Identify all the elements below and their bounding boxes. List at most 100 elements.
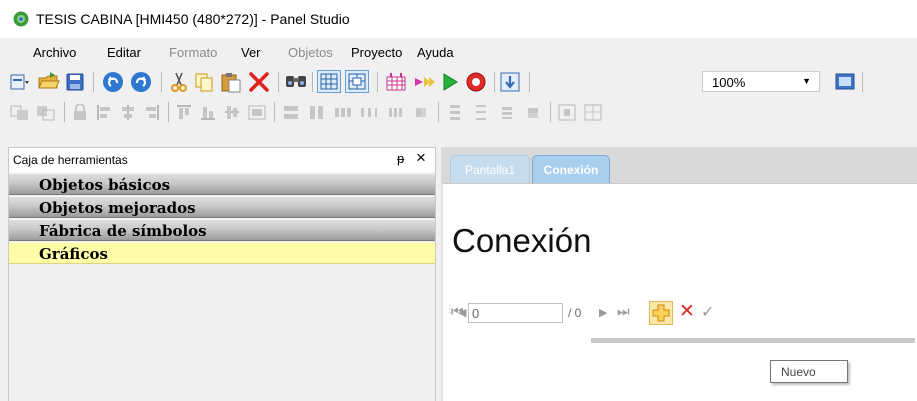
menu-archivo[interactable]: Archivo xyxy=(33,45,76,60)
title-bar: TESIS CABINA [HMI450 (480*272)] - Panel … xyxy=(0,0,917,38)
category-label: Fábrica de símbolos xyxy=(39,222,207,240)
toolbox-panel: Caja de herramientas ᵽ × Objetos básicos… xyxy=(8,147,436,401)
tooltip-text: Nuevo xyxy=(781,365,816,379)
fullscreen-icon[interactable] xyxy=(835,73,855,90)
editor-tab-strip: Pantalla1 Conexión xyxy=(441,147,917,183)
h-spacing-icon[interactable] xyxy=(334,104,352,121)
h-spacing-dec-icon[interactable] xyxy=(386,104,404,121)
accept-icon[interactable]: ✓ xyxy=(701,302,714,322)
last-record-icon[interactable]: ⏭ xyxy=(617,303,630,320)
align-bottom-icon[interactable] xyxy=(200,104,216,121)
toolbar-separator xyxy=(161,72,162,92)
toolbox-header: Caja de herramientas ᵽ × xyxy=(9,148,435,172)
horizontal-scrollbar[interactable] xyxy=(591,338,915,343)
add-icon xyxy=(652,304,670,322)
screen-title-text[interactable]: Conexión xyxy=(452,222,591,260)
pin-icon[interactable]: ᵽ xyxy=(397,151,404,166)
send-back-icon[interactable] xyxy=(36,104,56,121)
toolbar-separator xyxy=(550,102,551,122)
toolbar-separator xyxy=(64,102,65,122)
zoom-select[interactable]: 100% ▼ xyxy=(702,71,820,92)
v-spacing-inc-icon[interactable] xyxy=(472,104,490,121)
tooltip: Nuevo xyxy=(770,360,848,383)
next-record-icon[interactable]: ▶ xyxy=(599,306,607,319)
menu-ayuda[interactable]: Ayuda xyxy=(417,45,454,60)
v-spacing-icon[interactable] xyxy=(446,104,464,121)
menu-objetos[interactable]: Objetos xyxy=(288,45,333,60)
h-spacing-inc-icon[interactable] xyxy=(360,104,378,121)
toolbar-separator xyxy=(862,72,863,92)
same-size-icon[interactable] xyxy=(248,104,266,121)
align-right-icon[interactable] xyxy=(144,104,160,121)
copy-icon[interactable] xyxy=(194,72,214,92)
toolbox-category-graficos[interactable]: Gráficos xyxy=(9,242,435,264)
toolbar-separator xyxy=(168,102,169,122)
toolbar-separator xyxy=(494,72,495,92)
zoom-value: 100% xyxy=(712,75,746,90)
menu-proyecto[interactable]: Proyecto xyxy=(351,45,402,60)
record-total: / 0 xyxy=(568,306,582,320)
center-vertical-icon[interactable] xyxy=(584,104,602,121)
toolbox-category-objetos-mejorados[interactable]: Objetos mejorados xyxy=(9,196,435,218)
toolbox-category-fabrica-de-simbolos[interactable]: Fábrica de símbolos xyxy=(9,219,435,241)
category-label: Objetos mejorados xyxy=(39,199,196,217)
menu-bar: Archivo Editar Formato Ver Objetos Proye… xyxy=(0,38,917,66)
grid-icon[interactable] xyxy=(317,70,341,93)
find-icon[interactable] xyxy=(285,72,307,90)
toolbar-separator xyxy=(377,72,378,92)
cancel-icon[interactable]: ✕ xyxy=(679,300,695,323)
panel-studio-app-icon xyxy=(13,11,29,27)
toolbar-separator xyxy=(93,72,94,92)
align-top-icon[interactable] xyxy=(176,104,192,121)
runtime-layout-icon[interactable] xyxy=(386,72,406,92)
close-icon[interactable]: × xyxy=(416,148,426,168)
category-label: Gráficos xyxy=(39,245,108,263)
center-horizontal-icon[interactable] xyxy=(558,104,576,121)
toolbar-separator xyxy=(274,102,275,122)
align-middle-icon[interactable] xyxy=(224,104,240,121)
h-spacing-remove-icon[interactable] xyxy=(412,104,430,121)
chevron-down-icon: ▼ xyxy=(802,76,811,86)
open-folder-icon[interactable] xyxy=(38,71,60,91)
run-icon[interactable] xyxy=(442,73,458,91)
lock-icon[interactable] xyxy=(72,104,88,121)
toolbox-category-objetos-basicos[interactable]: Objetos básicos xyxy=(9,173,435,195)
download-icon[interactable] xyxy=(414,73,436,91)
delete-icon[interactable] xyxy=(248,71,270,93)
menu-formato[interactable]: Formato xyxy=(169,45,217,60)
toolbox-title: Caja de herramientas xyxy=(13,153,128,167)
redo-icon[interactable] xyxy=(130,71,152,93)
tab-conexion[interactable]: Conexión xyxy=(532,155,610,183)
new-project-icon[interactable] xyxy=(10,73,30,91)
menu-editar[interactable]: Editar xyxy=(107,45,141,60)
cut-icon[interactable] xyxy=(170,72,188,92)
record-navigator: ⋮ ⏮ ◀ / 0 ▶ ⏭ ✕ ✓ xyxy=(443,300,917,328)
menu-ver[interactable]: Ver xyxy=(241,45,261,60)
new-record-button[interactable] xyxy=(649,301,673,325)
record-position-input[interactable] xyxy=(468,303,563,323)
v-spacing-remove-icon[interactable] xyxy=(524,104,542,121)
paste-icon[interactable] xyxy=(220,71,242,93)
align-left-icon[interactable] xyxy=(96,104,112,121)
v-spacing-dec-icon[interactable] xyxy=(498,104,516,121)
snap-grid-icon[interactable] xyxy=(345,70,369,93)
tab-pantalla1[interactable]: Pantalla1 xyxy=(450,155,530,183)
transfer-icon[interactable] xyxy=(500,72,520,92)
bring-front-icon[interactable] xyxy=(10,104,30,121)
category-label: Objetos básicos xyxy=(39,176,171,194)
toolbar-separator xyxy=(312,72,313,92)
window-title: TESIS CABINA [HMI450 (480*272)] - Panel … xyxy=(36,11,350,27)
toolbar-separator xyxy=(529,72,530,92)
toolbar-separator xyxy=(438,102,439,122)
layout-toolbar xyxy=(0,96,917,128)
prev-record-icon[interactable]: ◀ xyxy=(458,306,466,319)
toolbar-separator xyxy=(278,72,279,92)
same-height-icon[interactable] xyxy=(308,104,326,121)
standard-toolbar: 100% ▼ xyxy=(0,66,917,96)
align-center-icon[interactable] xyxy=(120,104,136,121)
save-icon[interactable] xyxy=(66,73,84,91)
undo-icon[interactable] xyxy=(102,71,124,93)
tab-label: Pantalla1 xyxy=(464,163,516,177)
stop-icon[interactable] xyxy=(466,72,486,92)
same-width-icon[interactable] xyxy=(282,104,300,121)
